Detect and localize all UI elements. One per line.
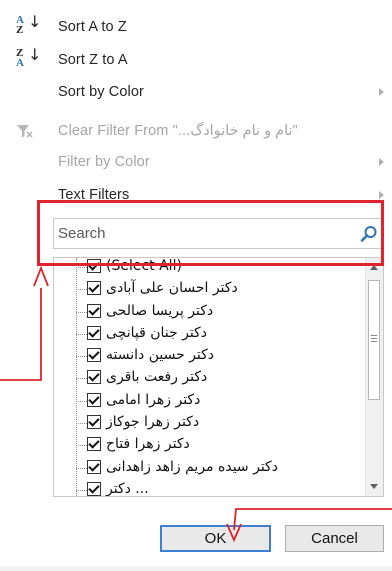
item-checkbox[interactable] — [87, 325, 101, 340]
tree-guide — [76, 333, 87, 335]
list-item[interactable]: (Select All) — [54, 258, 362, 278]
list-item[interactable]: دکتر زهرا جوکاز — [54, 412, 362, 434]
tree-guide — [76, 311, 87, 313]
clear-filter-icon — [16, 117, 38, 145]
submenu-arrow-icon — [379, 191, 384, 199]
item-label: (Select All) — [106, 258, 182, 274]
list-items: (Select All) دکتر احسان علی آبادی دکتر پری… — [54, 258, 362, 497]
vertical-scrollbar[interactable] — [365, 258, 383, 496]
tree-guide — [76, 400, 87, 402]
list-item[interactable]: دکتر احسان علی آبادی — [54, 278, 362, 300]
item-label: دکتر زهرا فتاح — [106, 436, 190, 453]
sort-z-to-a-icon: Z A ↓ — [16, 45, 42, 69]
sort-by-color-label: Sort by Color — [58, 84, 144, 100]
item-checkbox[interactable] — [87, 459, 101, 474]
scroll-up-arrow-icon[interactable] — [370, 265, 378, 270]
search-input[interactable] — [56, 221, 350, 245]
sort-a-to-z-label: Sort A to Z — [58, 19, 127, 35]
tree-guide — [76, 489, 87, 491]
item-label: دکتر رفعت باقری — [106, 369, 208, 386]
item-checkbox[interactable] — [87, 415, 101, 430]
item-checkbox[interactable] — [87, 481, 101, 496]
item-label: دکتر جنان قپانچی — [106, 324, 207, 341]
sort-z-to-a-item[interactable]: Z A ↓ Sort Z to A — [0, 45, 392, 75]
item-checkbox[interactable] — [87, 392, 101, 407]
text-filters-item[interactable]: Text Filters — [0, 180, 392, 210]
menu-bottom-edge — [0, 566, 392, 571]
clear-filter-item[interactable]: Clear Filter From "...نام و نام خانوادگ" — [0, 116, 392, 146]
tree-guide — [76, 267, 87, 268]
list-item[interactable]: دکتر زهرا فتاح — [54, 434, 362, 456]
clear-filter-label: Clear Filter From "...نام و نام خانوادگ" — [58, 123, 298, 139]
scroll-down-arrow-icon[interactable] — [370, 484, 378, 489]
list-item[interactable]: دکتر زهرا امامی — [54, 390, 362, 412]
cancel-button[interactable]: Cancel — [285, 525, 384, 552]
filter-dropdown-menu: A Z ↓ Sort A to Z Z A ↓ Sort Z to A Sort… — [0, 0, 392, 571]
sort-a-to-z-icon: A Z ↓ — [16, 12, 42, 36]
item-checkbox[interactable] — [87, 437, 101, 452]
scrollbar-thumb[interactable] — [368, 280, 380, 400]
tree-guide — [76, 378, 87, 380]
item-label: دکتر زهرا جوکاز — [106, 414, 200, 431]
item-label: دکتر سیده مریم زاهد زاهدانی — [106, 458, 278, 475]
tree-guide — [76, 467, 87, 469]
item-checkbox[interactable] — [87, 348, 101, 363]
filter-value-list: (Select All) دکتر احسان علی آبادی دکتر پری… — [53, 257, 384, 497]
text-filters-label: Text Filters — [58, 187, 130, 203]
sort-a-to-z-item[interactable]: A Z ↓ Sort A to Z — [0, 12, 392, 42]
list-item[interactable]: دکتر حسین دانسته — [54, 345, 362, 367]
item-label: دکتر حسین دانسته — [106, 347, 215, 364]
sort-by-color-item[interactable]: Sort by Color — [0, 77, 392, 107]
item-label: دکتر پریسا صالحی — [106, 302, 214, 319]
submenu-arrow-icon — [379, 88, 384, 96]
item-checkbox[interactable] — [87, 281, 101, 296]
item-label: دکتر احسان علی آبادی — [106, 280, 238, 297]
list-item[interactable]: دکتر ... — [54, 479, 362, 497]
list-item[interactable]: دکتر سیده مریم زاهد زاهدانی — [54, 457, 362, 479]
item-label: دکتر زهرا امامی — [106, 391, 201, 408]
list-item[interactable]: دکتر پریسا صالحی — [54, 301, 362, 323]
tree-guide — [76, 289, 87, 291]
sort-z-to-a-label: Sort Z to A — [58, 52, 128, 68]
ok-button[interactable]: OK — [160, 525, 271, 552]
item-checkbox[interactable] — [87, 259, 101, 273]
submenu-arrow-icon — [379, 158, 384, 166]
search-icon[interactable] — [359, 224, 379, 244]
tree-guide — [76, 356, 87, 358]
filter-by-color-label: Filter by Color — [58, 154, 150, 170]
search-box — [53, 218, 384, 249]
item-label: دکتر ... — [106, 480, 149, 497]
tree-guide — [76, 423, 87, 425]
item-checkbox[interactable] — [87, 303, 101, 318]
item-checkbox[interactable] — [87, 370, 101, 385]
list-item[interactable]: دکتر جنان قپانچی — [54, 323, 362, 345]
filter-by-color-item[interactable]: Filter by Color — [0, 147, 392, 177]
list-item[interactable]: دکتر رفعت باقری — [54, 367, 362, 389]
tree-guide — [76, 445, 87, 447]
